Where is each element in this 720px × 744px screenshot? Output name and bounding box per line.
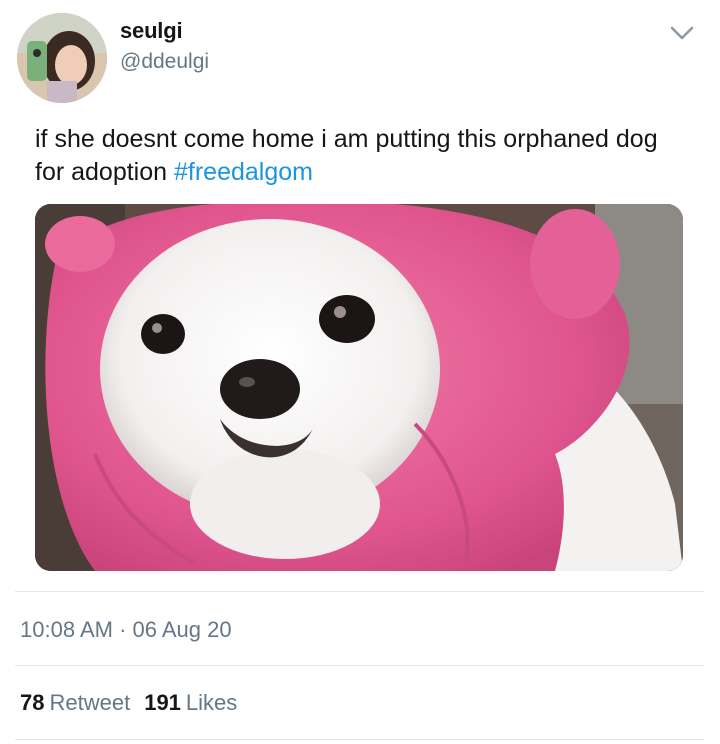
user-handle[interactable]: @ddeulgi	[120, 50, 209, 74]
hashtag-link[interactable]: #freedalgom	[174, 158, 313, 186]
tweet-stats: 78 Retweet 191 Likes	[20, 690, 251, 716]
chevron-down-icon[interactable]	[669, 24, 695, 42]
avatar[interactable]	[17, 13, 107, 103]
dog-in-pink-hoodie-photo-icon	[35, 204, 683, 571]
likes-stat[interactable]: 191 Likes	[144, 690, 237, 716]
likes-label: Likes	[185, 690, 238, 715]
profile-photo-icon	[17, 13, 107, 103]
divider	[15, 739, 704, 740]
retweet-label: Retweet	[49, 690, 131, 715]
divider	[15, 665, 704, 666]
divider	[15, 591, 704, 592]
timestamp[interactable]: 10:08 AM · 06 Aug 20	[20, 617, 232, 643]
retweet-stat[interactable]: 78 Retweet	[20, 690, 130, 716]
tweet-text: if she doesnt come home i am putting thi…	[35, 123, 685, 189]
likes-count: 191	[144, 690, 181, 715]
tweet-body: if she doesnt come home i am putting thi…	[35, 125, 658, 186]
display-name[interactable]: seulgi	[120, 18, 183, 44]
retweet-count: 78	[20, 690, 45, 715]
tweet-media[interactable]	[35, 204, 683, 571]
